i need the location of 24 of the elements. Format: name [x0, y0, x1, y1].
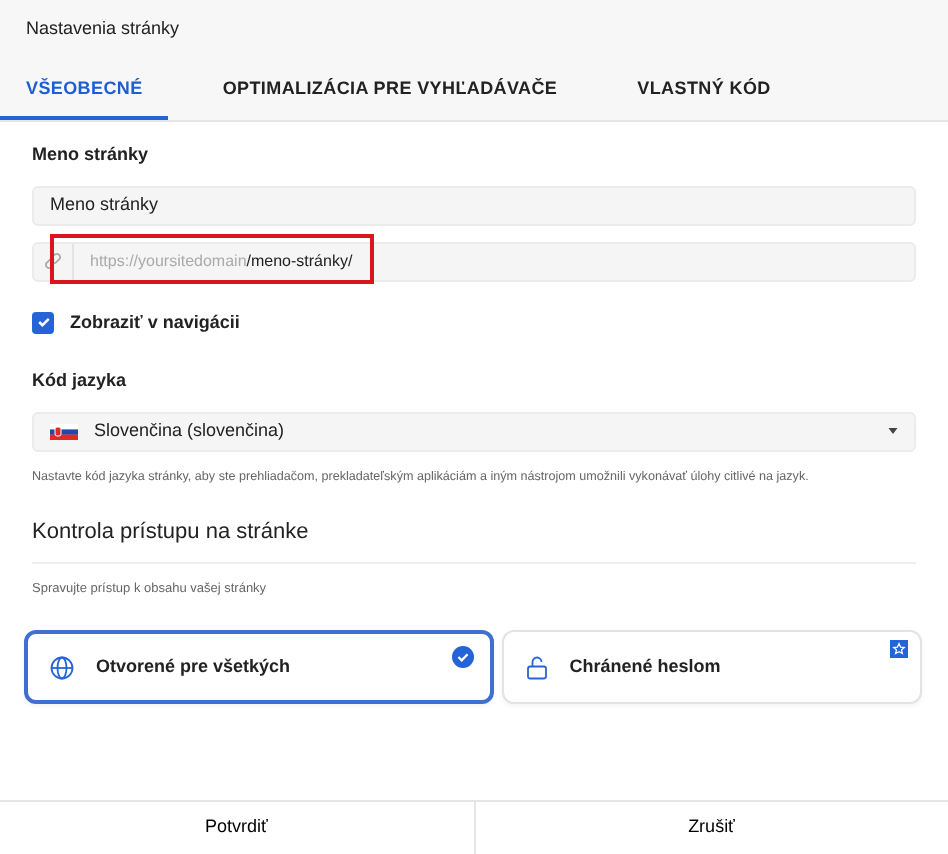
tab[interactable]: VLASTNÝ KÓD: [611, 59, 797, 120]
field-label: Kód jazyka: [32, 368, 127, 394]
caret-icon: [888, 428, 898, 434]
field-label: Meno stránky: [32, 142, 149, 168]
url-text: https://yoursitedomain/meno-stránky/: [88, 249, 353, 273]
flag-icon: [50, 423, 78, 439]
tab[interactable]: OPTIMALIZÁCIA PRE VYHĽADÁVAČE: [196, 59, 584, 120]
section-heading: Kontrola prístupu na stránke: [32, 515, 916, 565]
option-label: Chránené heslom: [569, 653, 721, 680]
url-field[interactable]: https://yoursitedomain/meno-stránky/: [32, 241, 916, 281]
check-icon: [35, 314, 51, 331]
option-label: Otvorené pre všetkých: [96, 653, 291, 680]
language-select[interactable]: Slovenčina (slovenčina): [32, 411, 916, 451]
check-icon: [451, 646, 474, 669]
checkbox[interactable]: [32, 311, 54, 334]
select-value: Slovenčina (slovenčina): [94, 417, 285, 444]
tab[interactable]: VŠEOBECNÉ: [0, 59, 169, 120]
checkbox-label: Zobraziť v navigácii: [70, 309, 240, 336]
name-field[interactable]: Meno stránky: [32, 185, 916, 225]
access-option[interactable]: Chránené heslom: [501, 630, 923, 705]
dialog-title: Nastavenia stránky: [24, 16, 182, 42]
lock-icon: [525, 655, 548, 680]
access-option[interactable]: Otvorené pre všetkých: [24, 630, 494, 705]
globe-icon: [50, 655, 74, 680]
